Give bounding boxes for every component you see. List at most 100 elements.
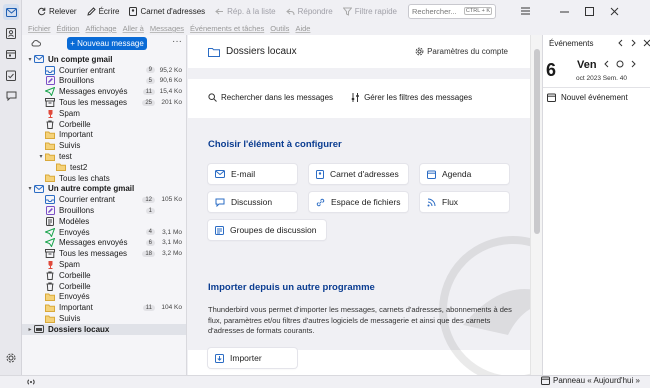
folder-row[interactable]: Corbeille xyxy=(22,119,186,130)
new-message-button[interactable]: + Nouveau message xyxy=(67,37,147,50)
previous-day-icon[interactable] xyxy=(603,60,610,68)
reply-list-button[interactable]: Rép. à la liste xyxy=(210,2,280,20)
write-button[interactable]: Écrire xyxy=(82,2,125,20)
get-messages-button[interactable]: Relever xyxy=(32,2,82,20)
menu-messages[interactable]: Messages xyxy=(150,24,184,33)
folder-row[interactable]: Messages envoyés 11 15,4 Ko xyxy=(22,86,186,97)
account-row[interactable]: ▾ Un autre compte gmail xyxy=(22,184,186,195)
menu-events-tasks[interactable]: Événements et tâches xyxy=(190,24,264,33)
chevron-right-icon[interactable] xyxy=(630,39,637,47)
account-row[interactable]: ▸ Dossiers locaux xyxy=(22,323,186,335)
folder-row[interactable]: Spam xyxy=(22,108,186,119)
today-circle-icon[interactable] xyxy=(616,60,624,68)
folder-row[interactable]: Modèles xyxy=(22,216,186,227)
online-status-icon[interactable] xyxy=(26,378,36,386)
manage-filters-link[interactable]: Gérer les filtres des messages xyxy=(351,93,472,102)
chevron-down-icon[interactable]: ▾ xyxy=(26,185,34,192)
folder-label: test xyxy=(59,152,72,162)
setup-feeds-button[interactable]: Flux xyxy=(420,192,509,212)
setup-filelink-button[interactable]: Espace de fichiers xyxy=(309,192,408,212)
search-field[interactable]: Rechercher... CTRL + K xyxy=(408,3,496,19)
folder-row[interactable]: Tous les messages 18 3,2 Mo xyxy=(22,248,186,259)
tasks-space-icon[interactable] xyxy=(3,67,19,83)
folder-label: Envoyés xyxy=(59,292,90,302)
mail-space-icon[interactable] xyxy=(3,4,19,20)
chevron-right-icon[interactable]: ▸ xyxy=(26,326,34,333)
folder-row[interactable]: Important 11 104 Ko xyxy=(22,302,186,313)
sent-icon xyxy=(45,87,55,97)
today-day-number: 6 xyxy=(546,60,557,80)
menu-edit[interactable]: Édition xyxy=(57,24,80,33)
folder-row[interactable]: Envoyés xyxy=(22,292,186,303)
folder-row[interactable]: Courrier entrant 9 95,2 Ko xyxy=(22,65,186,76)
folder-label: Tous les chats xyxy=(59,173,110,183)
reply-button[interactable]: Répondre xyxy=(281,2,338,20)
address-book-space-icon[interactable] xyxy=(3,25,19,41)
main-scrollbar[interactable] xyxy=(530,35,542,375)
folder-row[interactable]: Envoyés 4 3,1 Mo xyxy=(22,227,186,238)
setup-address-book-button[interactable]: Carnet d'adresses xyxy=(309,164,408,184)
folder-label: Corbeille xyxy=(59,119,91,129)
folder-row[interactable]: Courrier entrant 12 105 Ko xyxy=(22,194,186,205)
menu-file[interactable]: Fichier xyxy=(28,24,51,33)
today-pane-toggle[interactable]: Panneau « Aujourd'hui » xyxy=(541,376,640,385)
folder-row[interactable]: Spam xyxy=(22,259,186,270)
today-pane-icon xyxy=(541,376,550,385)
link-icon xyxy=(316,198,325,207)
new-event-button[interactable]: Nouvel événement xyxy=(547,93,628,102)
folder-row[interactable]: Corbeille xyxy=(22,270,186,281)
setup-calendar-button[interactable]: Agenda xyxy=(420,164,509,184)
account-settings-link[interactable]: Paramètres du compte xyxy=(415,47,508,56)
menu-view[interactable]: Affichage xyxy=(85,24,116,33)
folder-row[interactable]: Suivis xyxy=(22,140,186,151)
maximize-button[interactable] xyxy=(580,2,599,20)
folder-label: Tous les messages xyxy=(59,249,128,259)
unread-count-badge: 5 xyxy=(145,77,155,84)
setup-chat-button[interactable]: Discussion xyxy=(208,192,297,212)
cloud-icon[interactable] xyxy=(31,39,41,47)
app-menu-button[interactable] xyxy=(516,2,535,20)
menu-go[interactable]: Aller à xyxy=(123,24,144,33)
pencil-icon xyxy=(86,6,96,16)
folder-row[interactable]: Suivis xyxy=(22,313,186,324)
account-row[interactable]: ▾ Un compte gmail xyxy=(22,54,186,65)
folder-label: Modèles xyxy=(59,216,90,226)
chevron-down-icon[interactable]: ▾ xyxy=(26,56,34,63)
folder-row[interactable]: Important xyxy=(22,130,186,141)
minimize-icon xyxy=(560,7,569,16)
chevron-down-icon[interactable]: ▾ xyxy=(37,153,45,160)
next-day-icon[interactable] xyxy=(630,60,637,68)
close-pane-icon[interactable] xyxy=(643,39,650,47)
menu-tools[interactable]: Outils xyxy=(270,24,289,33)
day-navigation xyxy=(603,60,637,68)
address-book-button[interactable]: Carnet d'adresses xyxy=(124,2,210,20)
folder-row[interactable]: Tous les chats xyxy=(22,173,186,184)
close-window-button[interactable] xyxy=(605,2,624,20)
chevron-left-icon[interactable] xyxy=(617,39,624,47)
folder-label: Courrier entrant xyxy=(59,65,116,75)
folder-label: Courrier entrant xyxy=(59,195,116,205)
search-messages-link[interactable]: Rechercher dans les messages xyxy=(208,93,333,102)
setup-newsgroups-button[interactable]: Groupes de discussion xyxy=(208,220,326,240)
folder-size: 90,6 Ko xyxy=(159,77,182,85)
folder-pane-options-icon[interactable]: ··· xyxy=(172,37,182,47)
folder-row[interactable]: Corbeille xyxy=(22,281,186,292)
quick-filter-button[interactable]: Filtre rapide xyxy=(338,2,402,20)
setup-email-button[interactable]: E-mail xyxy=(208,164,297,184)
import-button[interactable]: Importer xyxy=(208,348,297,368)
folder-row[interactable]: test2 xyxy=(22,162,186,173)
calendar-icon xyxy=(427,170,436,179)
calendar-space-icon[interactable] xyxy=(3,46,19,62)
folder-icon xyxy=(45,292,55,301)
folder-row[interactable]: ▾ test xyxy=(22,151,186,162)
settings-gear-icon[interactable] xyxy=(3,350,19,366)
minimize-button[interactable] xyxy=(555,2,574,20)
chat-space-icon[interactable] xyxy=(3,88,19,104)
folder-row[interactable]: Brouillons 1 xyxy=(22,205,186,216)
folder-row[interactable]: Tous les messages 25 201 Ko xyxy=(22,97,186,108)
folder-row[interactable]: Brouillons 5 90,6 Ko xyxy=(22,76,186,87)
menu-help[interactable]: Aide xyxy=(295,24,310,33)
folder-row[interactable]: Messages envoyés 6 3,1 Mo xyxy=(22,238,186,249)
archive-icon xyxy=(45,249,55,259)
scrollbar-thumb[interactable] xyxy=(534,49,540,234)
